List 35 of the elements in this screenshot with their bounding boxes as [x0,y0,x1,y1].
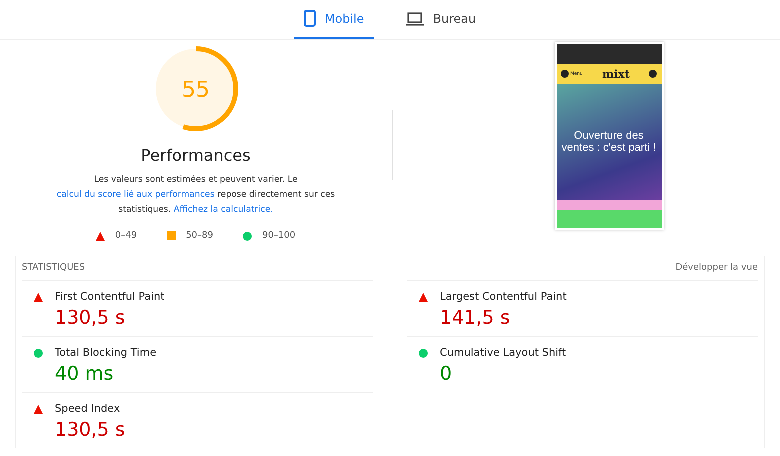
headline: Ouverture des ventes : c'est parti ! [560,130,658,154]
score-title: Performances [141,146,251,165]
metric-name: Largest Contentful Paint [440,291,567,303]
metric-value: 40 ms [55,363,115,385]
triangle-icon [96,232,106,241]
round-icon [560,70,568,78]
metric-value: 130,5 s [55,419,126,441]
metric-value: 130,5 s [55,307,126,329]
tab[interactable]: Bureau [396,0,486,39]
metric-name: Speed Index [55,403,122,415]
circle-icon [243,232,252,241]
triangle-icon [419,293,428,302]
tab[interactable]: Mobile [294,0,374,39]
site-logo: mixt [602,68,630,80]
legend-label: 50–89 [186,230,214,240]
metric-value: 0 [440,363,454,385]
legend-label: 90–100 [262,230,296,240]
metric-value: 141,5 s [440,307,512,329]
circle-icon [419,349,428,358]
metric-name: First Contentful Paint [55,291,165,303]
circle-icon [34,349,43,358]
legend-label: 0–49 [115,230,138,240]
square-icon [167,231,176,240]
expand-view-link[interactable]: Développer la vue [676,263,758,273]
laptop-icon [406,12,424,26]
metric-name: Cumulative Layout Shift [440,347,566,359]
round-icon [649,70,658,78]
section-title: STATISTIQUES [22,263,86,273]
triangle-icon [34,293,43,302]
link[interactable]: Affichez la calculatrice. [174,205,274,215]
metric-name: Total Blocking Time [55,347,157,359]
description: Les valeurs sont estimées et peuvent varier. Le calcul du score lié aux performances repose directement sur ces statistiques. Affichez la calculatrice. [56,174,336,217]
link[interactable]: calcul du score lié aux performances [56,190,215,200]
triangle-icon [34,405,43,414]
phone-icon [304,10,316,27]
